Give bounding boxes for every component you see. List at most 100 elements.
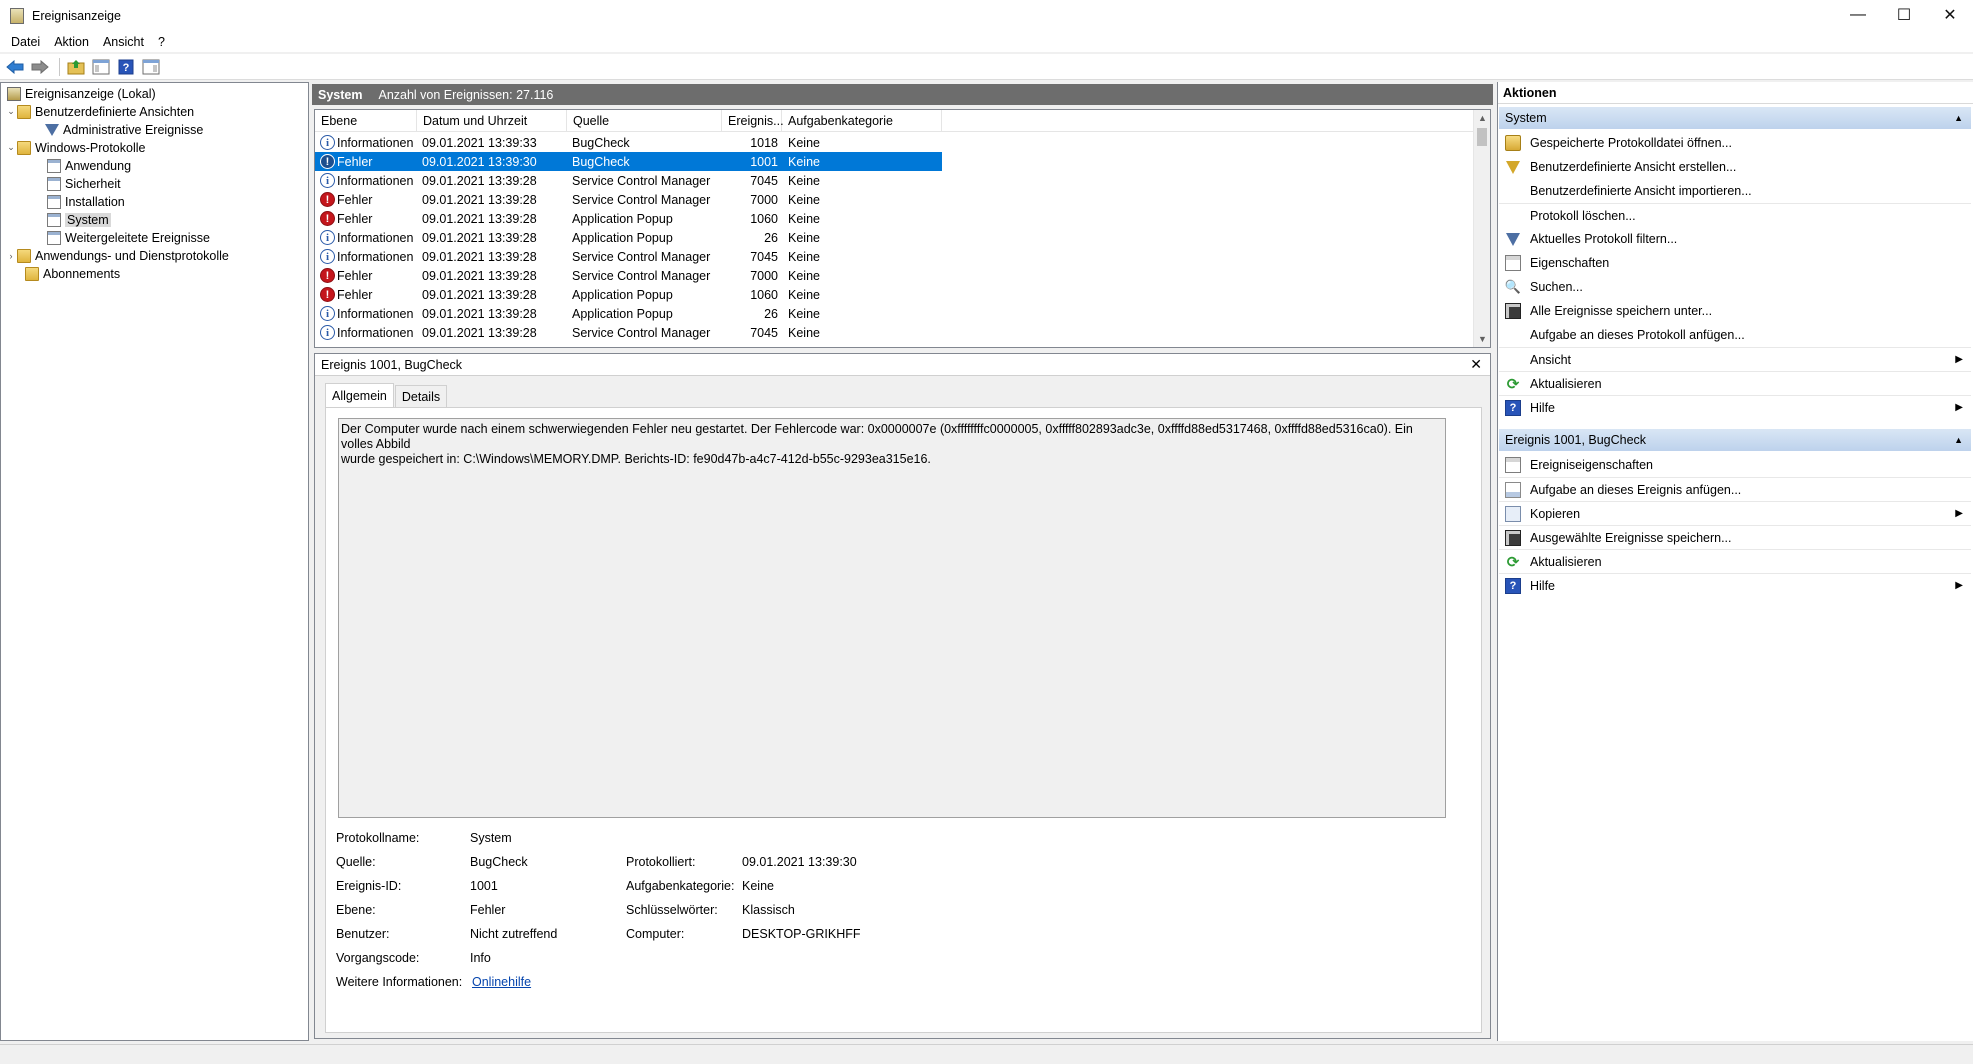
event-level-cell: i Informationen [315, 323, 417, 342]
close-icon[interactable]: ✕ [1470, 356, 1482, 373]
online-help-link[interactable]: Onlinehilfe [472, 975, 531, 989]
action-item[interactable]: ⟳ Aktualisieren [1499, 371, 1971, 395]
event-row[interactable]: i Informationen 09.01.2021 13:39:28 Service… [315, 247, 1475, 266]
event-row[interactable]: i Informationen 09.01.2021 13:39:28 Service… [315, 171, 1475, 190]
show-hide-action-pane-icon[interactable] [140, 57, 162, 77]
minimize-button[interactable]: — [1835, 0, 1881, 30]
actions-group-event[interactable]: Ereignis 1001, BugCheck ▲ [1499, 429, 1971, 451]
action-item[interactable]: Aktuelles Protokoll filtern... [1499, 227, 1971, 251]
event-row[interactable]: i Informationen 09.01.2021 13:39:28 Applica… [315, 304, 1475, 323]
event-row[interactable]: ! Fehler 09.01.2021 13:39:28 Service Contro… [315, 266, 1475, 285]
chevron-right-icon[interactable]: › [5, 251, 17, 261]
event-row[interactable]: ! Fehler 09.01.2021 13:39:28 Service Contro… [315, 190, 1475, 209]
column-level[interactable]: Ebene [315, 110, 417, 132]
log-icon [47, 158, 61, 173]
event-row[interactable]: i Informationen 09.01.2021 13:39:28 Service… [315, 323, 1475, 342]
log-icon [47, 212, 61, 227]
close-button[interactable]: ✕ [1927, 0, 1973, 30]
tree-item-subscriptions[interactable]: Abonnements [25, 265, 120, 282]
error-icon: ! [320, 154, 335, 169]
label-logged: Protokolliert: [626, 855, 696, 869]
error-icon: ! [320, 211, 335, 226]
tab-general[interactable]: Allgemein [325, 383, 394, 407]
tree-item-admin-events[interactable]: Administrative Ereignisse [45, 121, 203, 138]
scroll-up-icon[interactable]: ▲ [1474, 110, 1490, 126]
event-list-scrollbar[interactable]: ▲ ▼ [1473, 110, 1490, 347]
menu-help[interactable]: ? [151, 35, 172, 49]
event-level: Fehler [337, 192, 373, 207]
action-label: Eigenschaften [1530, 256, 1610, 270]
menu-file[interactable]: Datei [4, 35, 47, 49]
toolbar-separator [59, 57, 60, 76]
info-icon: i [320, 135, 335, 150]
event-description[interactable]: Der Computer wurde nach einem schwerwieg… [338, 418, 1446, 818]
tree-item-root[interactable]: Ereignisanzeige (Lokal) [7, 85, 156, 102]
event-source: BugCheck [567, 152, 722, 171]
label-user: Benutzer: [336, 927, 390, 941]
event-id: 7045 [750, 249, 778, 264]
action-label: Protokoll löschen... [1530, 208, 1636, 223]
action-label: Kopieren [1530, 506, 1581, 521]
action-item[interactable]: Benutzerdefinierte Ansicht importieren..… [1499, 179, 1971, 203]
action-item[interactable]: Ereigniseigenschaften [1499, 453, 1971, 477]
value-task-category: Keine [742, 879, 774, 893]
action-item[interactable]: Eigenschaften [1499, 251, 1971, 275]
maximize-button[interactable]: ☐ [1881, 0, 1927, 30]
tree-item-windows-logs[interactable]: ⌄ Windows-Protokolle [5, 139, 145, 156]
help-icon[interactable]: ? [115, 57, 137, 77]
action-item[interactable]: Ausgewählte Ereignisse speichern... [1499, 525, 1971, 549]
event-row[interactable]: ! Fehler 09.01.2021 13:39:28 Application Po… [315, 285, 1475, 304]
column-task-category[interactable]: Aufgabenkategorie [782, 110, 942, 132]
action-item[interactable]: 🔍 Suchen... [1499, 275, 1971, 299]
scroll-thumb[interactable] [1477, 128, 1487, 146]
forward-arrow-icon[interactable] [29, 57, 51, 77]
tree-item-forwarded-events[interactable]: Weitergeleitete Ereignisse [47, 229, 210, 246]
tree-item-setup[interactable]: Installation [47, 193, 125, 210]
menu-view[interactable]: Ansicht [96, 35, 151, 49]
action-item[interactable]: Benutzerdefinierte Ansicht erstellen... [1499, 155, 1971, 179]
action-item[interactable]: Aufgabe an dieses Protokoll anfügen... [1499, 323, 1971, 347]
action-item[interactable]: ⟳ Aktualisieren [1499, 549, 1971, 573]
show-hide-tree-icon[interactable] [90, 57, 112, 77]
event-list-header: Ebene Datum und Uhrzeit Quelle Ereignis.… [315, 110, 1475, 132]
event-row[interactable]: ! Fehler 09.01.2021 13:39:28 Application Po… [315, 209, 1475, 228]
tab-details[interactable]: Details [394, 385, 448, 407]
menu-action[interactable]: Aktion [47, 35, 96, 49]
event-list[interactable]: Ebene Datum und Uhrzeit Quelle Ereignis.… [314, 109, 1491, 348]
chevron-down-icon[interactable]: ⌄ [5, 106, 17, 117]
submenu-arrow-icon: ▶ [1955, 580, 1963, 591]
title-bar: Ereignisanzeige — ☐ ✕ [0, 0, 1973, 32]
tree-item-custom-views[interactable]: ⌄ Benutzerdefinierte Ansichten [5, 103, 194, 120]
event-row[interactable]: ! Fehler 09.01.2021 13:39:30 BugCheck 1001 Ke… [315, 152, 1475, 171]
event-row[interactable]: i Informationen 09.01.2021 13:39:28 Applica… [315, 228, 1475, 247]
action-item[interactable]: Gespeicherte Protokolldatei öffnen... [1499, 131, 1971, 155]
action-item[interactable]: ? Hilfe ▶ [1499, 573, 1971, 597]
column-date[interactable]: Datum und Uhrzeit [417, 110, 567, 132]
folder-up-icon[interactable] [65, 57, 87, 77]
folder-icon [17, 140, 31, 155]
action-item[interactable]: ? Hilfe ▶ [1499, 395, 1971, 419]
window-controls: — ☐ ✕ [1835, 0, 1973, 30]
back-arrow-icon[interactable] [4, 57, 26, 77]
create-view-icon [1505, 159, 1521, 175]
column-source[interactable]: Quelle [567, 110, 722, 132]
event-date: 09.01.2021 13:39:30 [417, 152, 567, 171]
actions-group-system[interactable]: System ▲ [1499, 107, 1971, 129]
collapse-icon[interactable]: ▲ [1954, 435, 1963, 445]
event-level-cell: ! Fehler [315, 266, 417, 285]
tree-item-system[interactable]: System [47, 211, 111, 228]
collapse-icon[interactable]: ▲ [1954, 113, 1963, 123]
action-item[interactable]: Protokoll löschen... [1499, 203, 1971, 227]
action-item[interactable]: Aufgabe an dieses Ereignis anfügen... [1499, 477, 1971, 501]
center-pane: System Anzahl von Ereignissen: 27.116 Eb… [312, 82, 1493, 1041]
column-event-id[interactable]: Ereignis... [722, 110, 784, 132]
chevron-down-icon[interactable]: ⌄ [5, 142, 17, 153]
event-row[interactable]: i Informationen 09.01.2021 13:39:33 BugChec… [315, 133, 1475, 152]
scroll-down-icon[interactable]: ▼ [1474, 331, 1490, 347]
action-item[interactable]: Kopieren ▶ [1499, 501, 1971, 525]
action-item[interactable]: Ansicht ▶ [1499, 347, 1971, 371]
tree-item-app-service-logs[interactable]: › Anwendungs- und Dienstprotokolle [5, 247, 229, 264]
tree-item-security[interactable]: Sicherheit [47, 175, 121, 192]
tree-item-application[interactable]: Anwendung [47, 157, 131, 174]
action-item[interactable]: Alle Ereignisse speichern unter... [1499, 299, 1971, 323]
